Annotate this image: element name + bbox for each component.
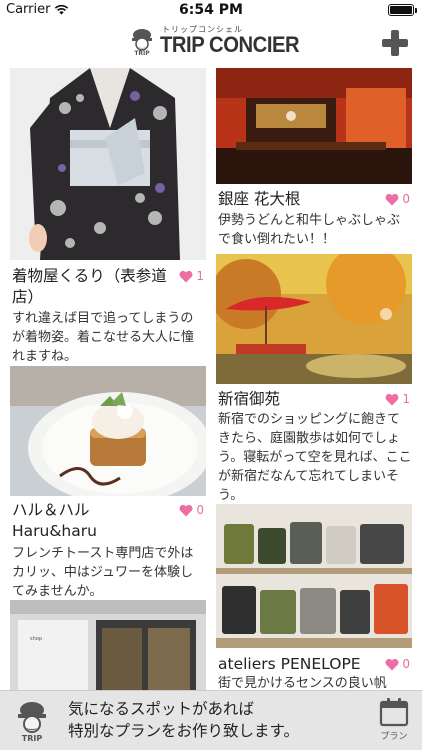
svg-text:TRIP: TRIP: [22, 734, 43, 743]
spot-card[interactable]: 銀座 花大根 0 伊勢うどんと和牛しゃぶしゃぶで食い倒れたい！！: [216, 68, 412, 250]
storefront-photo: shop: [10, 600, 206, 690]
banner-message[interactable]: 気になるスポットがあれば 特別なプランをお作り致します。: [68, 698, 299, 742]
like-count: 1: [196, 269, 204, 283]
kimono-photo: [10, 68, 206, 260]
add-plus-icon[interactable]: [382, 30, 408, 56]
garden-photo: [216, 254, 412, 384]
spot-title[interactable]: ハル＆ハル Haru&haru: [12, 500, 182, 542]
spot-title[interactable]: 新宿御苑: [218, 389, 378, 410]
nav-bar: TRIP トリップコンシェル TRIP CONCIER: [0, 20, 422, 64]
spot-description: 新宿でのショッピングに飽きてきたら、庭園散歩は如何でしょう。寝転がって空を見れば…: [218, 412, 412, 503]
heart-icon: [385, 658, 399, 670]
spot-description: 街で見かけるセンスの良い帆: [218, 676, 387, 690]
bags-photo: [216, 504, 412, 648]
like-count: 0: [402, 657, 410, 671]
banner-line-2: 特別なプランをお作り致します。: [68, 722, 299, 740]
like-counter[interactable]: 0: [385, 657, 410, 671]
clock: 6:54 PM: [179, 2, 243, 18]
restaurant-photo: [216, 68, 412, 184]
heart-icon: [385, 393, 399, 405]
like-counter[interactable]: 1: [179, 269, 204, 283]
spot-description: すれ違えば目で追ってしまうのが着物姿。着こなせる大人に憧れますね。: [12, 311, 195, 364]
like-counter[interactable]: 0: [179, 503, 204, 517]
logo-title: TRIP CONCIER: [160, 32, 300, 57]
spot-card[interactable]: ハル＆ハル Haru&haru 0 フレンチトースト専門店で外はカリッ、中はジュ…: [10, 366, 206, 599]
like-counter[interactable]: 0: [385, 192, 410, 206]
like-count: 0: [196, 503, 204, 517]
banner-line-1: 気になるスポットがあれば: [68, 700, 255, 718]
spot-description: フレンチトースト専門店で外はカリッ、中はジュワーを体験してみませんか。: [12, 546, 194, 599]
spot-title[interactable]: ateliers PENELOPE: [218, 654, 378, 675]
french-toast-photo: [10, 366, 206, 496]
spot-card[interactable]: 新宿御苑 1 新宿でのショッピングに飽きてきたら、庭園散歩は如何でしょう。寝転が…: [216, 254, 412, 503]
plan-button[interactable]: プラン: [376, 697, 412, 745]
heart-icon: [385, 193, 399, 205]
app-logo[interactable]: TRIP トリップコンシェル TRIP CONCIER: [128, 26, 311, 57]
spot-title[interactable]: 着物屋くるり（表参道店）: [12, 266, 180, 308]
status-bar: Carrier 6:54 PM: [0, 0, 422, 20]
plan-request-banner[interactable]: TRIP 気になるスポットがあれば 特別なプランをお作り致します。 プラン: [0, 690, 422, 750]
spot-grid[interactable]: 着物屋くるり（表参道店） 1 すれ違えば目で追ってしまうのが着物姿。着こなせる大…: [0, 64, 422, 690]
svg-text:TRIP: TRIP: [134, 50, 150, 56]
calendar-icon: [379, 698, 409, 727]
concierge-mascot-icon: TRIP: [14, 699, 50, 743]
like-counter[interactable]: 1: [385, 392, 410, 406]
spot-description: 伊勢うどんと和牛しゃぶしゃぶで食い倒れたい！！: [218, 213, 401, 247]
battery-icon: [388, 4, 417, 16]
concierge-mascot-icon: TRIP: [128, 26, 156, 57]
plan-label: プラン: [380, 732, 408, 742]
spot-title[interactable]: 銀座 花大根: [218, 189, 378, 210]
svg-text:shop: shop: [30, 636, 42, 642]
like-count: 1: [402, 392, 410, 406]
heart-icon: [179, 270, 193, 282]
heart-icon: [179, 504, 193, 516]
spot-card[interactable]: shop: [10, 600, 206, 690]
spot-card[interactable]: ateliers PENELOPE 0 街で見かけるセンスの良い帆: [216, 504, 412, 690]
like-count: 0: [402, 192, 410, 206]
spot-card[interactable]: 着物屋くるり（表参道店） 1 すれ違えば目で追ってしまうのが着物姿。着こなせる大…: [10, 68, 206, 364]
